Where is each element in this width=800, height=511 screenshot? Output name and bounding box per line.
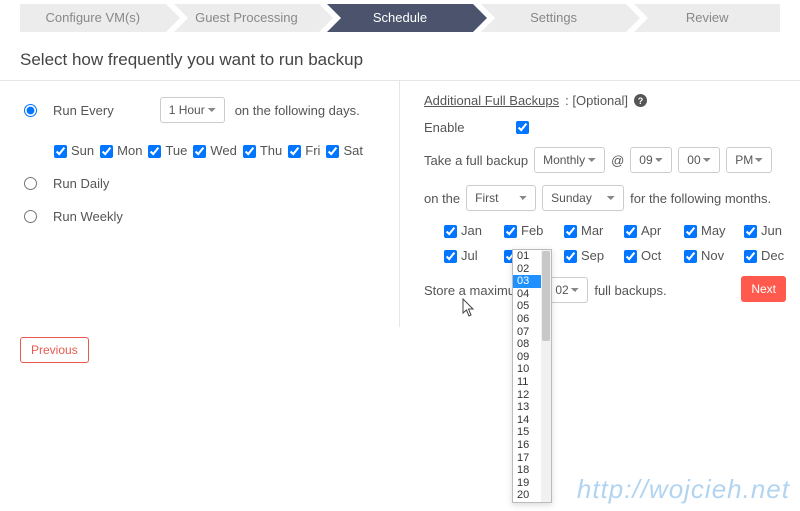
day-wed[interactable]: Wed xyxy=(193,143,237,158)
schedule-time-row: Take a full backup Monthly @ 09 00 PM xyxy=(424,147,780,173)
month-jul[interactable]: Jul xyxy=(444,248,498,263)
for-months-label: for the following months. xyxy=(630,191,771,206)
day-sun-checkbox[interactable] xyxy=(54,145,67,158)
enable-checkbox[interactable] xyxy=(516,121,529,134)
day-fri-checkbox[interactable] xyxy=(288,145,301,158)
day-tue[interactable]: Tue xyxy=(148,143,187,158)
take-full-label: Take a full backup xyxy=(424,153,528,168)
enable-label: Enable xyxy=(424,120,464,135)
afb-optional: : [Optional] xyxy=(565,93,628,108)
month-jun[interactable]: Jun xyxy=(744,223,798,238)
day-wed-checkbox[interactable] xyxy=(193,145,206,158)
previous-button[interactable]: Previous xyxy=(20,337,89,363)
schedule-frequency-panel: Run Every 1 Hour on the following days. … xyxy=(0,81,400,327)
weekday-select[interactable]: Sunday xyxy=(542,185,624,211)
run-weekly-row: Run Weekly xyxy=(24,209,379,224)
month-may-checkbox[interactable] xyxy=(684,225,697,238)
day-thu-checkbox[interactable] xyxy=(243,145,256,158)
step-guest-processing[interactable]: Guest Processing xyxy=(174,4,320,32)
day-sun[interactable]: Sun xyxy=(54,143,94,158)
month-jan[interactable]: Jan xyxy=(444,223,498,238)
content-area: Run Every 1 Hour on the following days. … xyxy=(0,80,800,327)
month-oct-checkbox[interactable] xyxy=(624,250,637,263)
month-jan-checkbox[interactable] xyxy=(444,225,457,238)
at-symbol: @ xyxy=(611,153,624,168)
month-apr-checkbox[interactable] xyxy=(624,225,637,238)
run-daily-radio[interactable] xyxy=(24,177,37,190)
run-every-label: Run Every xyxy=(53,103,114,118)
afb-title: Additional Full Backups xyxy=(424,93,559,108)
step-review[interactable]: Review xyxy=(634,4,780,32)
month-sep[interactable]: Sep xyxy=(564,248,618,263)
month-sep-checkbox[interactable] xyxy=(564,250,577,263)
month-jun-checkbox[interactable] xyxy=(744,225,757,238)
step-schedule[interactable]: Schedule xyxy=(327,4,473,32)
watermark-text: http://wojcieh.net xyxy=(577,474,790,505)
store-max-select[interactable]: 02 xyxy=(546,277,588,303)
enable-row: Enable xyxy=(424,120,780,135)
afb-header: Additional Full Backups : [Optional] ? xyxy=(424,93,780,108)
store-max-row: Store a maximum of 02 full backups. xyxy=(424,277,780,303)
additional-full-backups-panel: Additional Full Backups : [Optional] ? En… xyxy=(400,81,800,327)
following-days-text: on the following days. xyxy=(235,103,360,118)
ampm-select[interactable]: PM xyxy=(726,147,772,173)
ordinal-select[interactable]: First xyxy=(466,185,536,211)
minute-select[interactable]: 00 xyxy=(678,147,720,173)
day-thu[interactable]: Thu xyxy=(243,143,282,158)
run-every-row: Run Every 1 Hour on the following days. xyxy=(24,97,379,123)
store-max-dropdown-list[interactable]: 0102030405060708091011121314151617181920 xyxy=(512,249,552,503)
store-max-suffix: full backups. xyxy=(594,283,666,298)
month-mar-checkbox[interactable] xyxy=(564,225,577,238)
month-jul-checkbox[interactable] xyxy=(444,250,457,263)
interval-select[interactable]: 1 Hour xyxy=(160,97,225,123)
month-nov-checkbox[interactable] xyxy=(684,250,697,263)
month-apr[interactable]: Apr xyxy=(624,223,678,238)
on-the-label: on the xyxy=(424,191,460,206)
month-may[interactable]: May xyxy=(684,223,738,238)
day-sat-checkbox[interactable] xyxy=(326,145,339,158)
step-configure-vm-s-[interactable]: Configure VM(s) xyxy=(20,4,166,32)
day-tue-checkbox[interactable] xyxy=(148,145,161,158)
run-daily-label: Run Daily xyxy=(53,176,109,191)
day-fri[interactable]: Fri xyxy=(288,143,320,158)
help-icon[interactable]: ? xyxy=(634,94,647,107)
month-dec[interactable]: Dec xyxy=(744,248,798,263)
month-feb-checkbox[interactable] xyxy=(504,225,517,238)
day-mon-checkbox[interactable] xyxy=(100,145,113,158)
month-dec-checkbox[interactable] xyxy=(744,250,757,263)
month-feb[interactable]: Feb xyxy=(504,223,558,238)
period-select[interactable]: Monthly xyxy=(534,147,605,173)
run-daily-row: Run Daily xyxy=(24,176,379,191)
scrollbar-thumb[interactable] xyxy=(542,251,550,341)
next-button[interactable]: Next xyxy=(741,276,786,302)
day-mon[interactable]: Mon xyxy=(100,143,142,158)
run-every-radio[interactable] xyxy=(24,104,37,117)
months-grid: JanFebMarAprMayJunJulAugSepOctNovDec xyxy=(444,223,780,263)
hour-select[interactable]: 09 xyxy=(630,147,672,173)
month-nov[interactable]: Nov xyxy=(684,248,738,263)
wizard-stepper: Configure VM(s) Guest ProcessingSchedule S… xyxy=(0,0,800,36)
dropdown-scrollbar[interactable] xyxy=(541,250,551,502)
page-title: Select how frequently you want to run ba… xyxy=(0,36,800,80)
run-weekly-radio[interactable] xyxy=(24,210,37,223)
days-of-week: Sun Mon Tue Wed Thu Fri Sat xyxy=(54,143,379,158)
footer: Previous xyxy=(0,327,800,373)
month-oct[interactable]: Oct xyxy=(624,248,678,263)
day-sat[interactable]: Sat xyxy=(326,143,363,158)
month-mar[interactable]: Mar xyxy=(564,223,618,238)
run-weekly-label: Run Weekly xyxy=(53,209,123,224)
step-settings[interactable]: Settings xyxy=(481,4,627,32)
schedule-day-row: on the First Sunday for the following mo… xyxy=(424,185,780,211)
